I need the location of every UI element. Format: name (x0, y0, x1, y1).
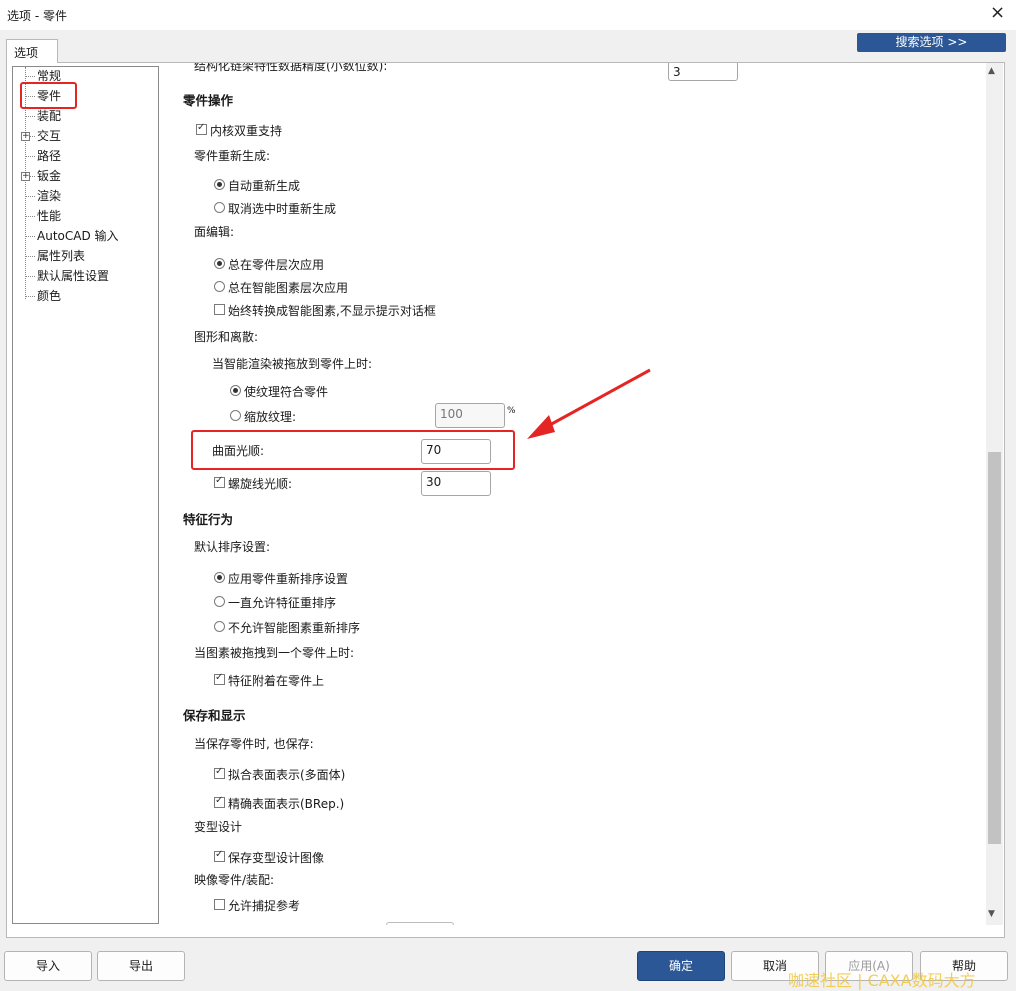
title-bar (0, 0, 1016, 30)
precise-label: 精确表面表示(BRep.) (228, 797, 345, 811)
sort-apply-radio[interactable] (214, 572, 225, 583)
precise-checkbox[interactable] (214, 795, 225, 808)
approx-checkbox[interactable] (214, 766, 225, 779)
allow-snap-label: 允许捕捉参考 (228, 899, 301, 913)
precision-label: 结构化链架特性数据精度(小数位数): (194, 63, 388, 73)
sort-label: 默认排序设置: (194, 540, 271, 554)
tree-item-label: 属性列表 (37, 249, 86, 263)
settings-content: 结构化链架特性数据精度(小数位数): 3 零件操作 内核双重支持 零件重新生成:… (160, 63, 986, 925)
face-part-radio[interactable] (214, 258, 225, 269)
tree-connector (25, 116, 35, 117)
tree-connector (25, 156, 35, 157)
expand-icon[interactable]: + (21, 132, 30, 141)
attach-label: 特征附着在零件上 (228, 674, 325, 688)
approx-label: 拟合表面表示(多面体) (228, 768, 346, 782)
texture-fit-radio[interactable] (230, 385, 241, 396)
regen-auto-label: 自动重新生成 (228, 179, 301, 193)
tree-connector (25, 76, 35, 77)
tree-item-label: 默认属性设置 (37, 269, 110, 283)
texture-scale-label: 缩放纹理: (244, 410, 297, 424)
tree-item[interactable]: + 钣金 (13, 167, 158, 185)
variant-image-label: 保存变型设计图像 (228, 851, 325, 865)
graphics-label: 图形和离散: (194, 330, 259, 344)
tree-connector (25, 196, 35, 197)
partial-input-edge (386, 922, 454, 925)
tree-item-label: 装配 (37, 109, 62, 123)
allow-snap-checkbox[interactable] (214, 899, 225, 910)
dual-kernel-checkbox[interactable] (196, 122, 207, 135)
search-options-button[interactable]: 搜索选项 >> (857, 33, 1006, 52)
sort-always-label: 一直允许特征重排序 (228, 596, 337, 610)
highlight-box-tree (20, 82, 77, 109)
texture-scale-input[interactable]: 100 (435, 403, 505, 428)
regen-deselect-label: 取消选中时重新生成 (228, 202, 337, 216)
tree-item[interactable]: 装配 (13, 107, 158, 125)
face-smart-radio[interactable] (214, 281, 225, 292)
highlight-box-surface (191, 430, 515, 470)
regen-deselect-radio[interactable] (214, 202, 225, 213)
sort-never-radio[interactable] (214, 621, 225, 632)
mirror-label: 映像零件/装配: (194, 873, 275, 887)
tree-connector (25, 216, 35, 217)
section-save-heading: 保存和显示 (183, 708, 246, 723)
ok-button[interactable]: 确定 (637, 951, 725, 981)
texture-scale-radio[interactable] (230, 410, 241, 421)
expand-icon[interactable]: + (21, 172, 30, 181)
tree-item-label: 渲染 (37, 189, 62, 203)
section-part-ops-heading: 零件操作 (183, 93, 234, 108)
face-edit-label: 面编辑: (194, 225, 235, 239)
tree-item[interactable]: 默认属性设置 (13, 267, 158, 285)
regen-auto-radio[interactable] (214, 179, 225, 190)
tree-item[interactable]: 渲染 (13, 187, 158, 205)
face-smart-label: 总在智能图素层次应用 (228, 281, 349, 295)
variant-image-checkbox[interactable] (214, 849, 225, 862)
export-button[interactable]: 导出 (97, 951, 185, 981)
face-part-label: 总在零件层次应用 (228, 258, 325, 272)
pointer-arrow-icon (527, 368, 651, 439)
scroll-down-icon[interactable]: ▼ (988, 909, 995, 919)
face-convert-checkbox[interactable] (214, 304, 225, 315)
attach-checkbox[interactable] (214, 672, 225, 685)
tree-connector (25, 236, 35, 237)
tree-item-label: 交互 (37, 129, 62, 143)
tree-item[interactable]: AutoCAD 输入 (13, 227, 158, 245)
also-save-label: 当保存零件时, 也保存: (194, 737, 314, 751)
tree-connector (25, 276, 35, 277)
helix-smooth-label: 螺旋线光顺: (228, 477, 293, 491)
tree-item-label: AutoCAD 输入 (37, 229, 119, 243)
dual-kernel-label: 内核双重支持 (210, 124, 283, 138)
category-tree: 常规 零件 装配 + 交互 路径 + 钣金 渲染 性能 AutoCAD 输入 属性列表 默认属性设置 颜色 (12, 66, 159, 924)
helix-smooth-input[interactable]: 30 (421, 471, 491, 496)
tree-item[interactable]: 路径 (13, 147, 158, 165)
tree-item[interactable]: 属性列表 (13, 247, 158, 265)
tree-item[interactable]: 性能 (13, 207, 158, 225)
tree-item[interactable]: 颜色 (13, 287, 158, 305)
tree-item-label: 钣金 (37, 169, 62, 183)
texture-fit-label: 使纹理符合零件 (244, 385, 329, 399)
face-convert-label: 始终转换成智能图素,不显示提示对话框 (228, 304, 436, 318)
tree-connector (25, 256, 35, 257)
drag-render-label: 当智能渲染被拖放到零件上时: (212, 357, 373, 371)
scrollbar-thumb[interactable] (988, 452, 1001, 844)
sort-apply-label: 应用零件重新排序设置 (228, 572, 349, 586)
watermark-text: 咖速社区 | CAXA数码大方 (788, 971, 976, 990)
window-title: 选项 - 零件 (7, 9, 67, 23)
tab-options[interactable]: 选项 (6, 39, 58, 63)
tree-item[interactable]: + 交互 (13, 127, 158, 145)
tree-connector (25, 296, 35, 297)
section-feature-heading: 特征行为 (183, 512, 234, 527)
feature-drag-label: 当图素被拖拽到一个零件上时: (194, 646, 355, 660)
helix-smooth-checkbox[interactable] (214, 475, 225, 488)
variant-label: 变型设计 (194, 820, 243, 834)
tree-item-label: 路径 (37, 149, 62, 163)
tree-item-label: 颜色 (37, 289, 62, 303)
regen-label: 零件重新生成: (194, 149, 271, 163)
tree-item-label: 性能 (37, 209, 62, 223)
precision-input[interactable]: 3 (668, 63, 738, 81)
close-icon[interactable]: × (990, 4, 1005, 22)
sort-always-radio[interactable] (214, 596, 225, 607)
sort-never-label: 不允许智能图素重新排序 (228, 621, 361, 635)
import-button[interactable]: 导入 (4, 951, 92, 981)
scroll-up-icon[interactable]: ▲ (988, 66, 995, 76)
